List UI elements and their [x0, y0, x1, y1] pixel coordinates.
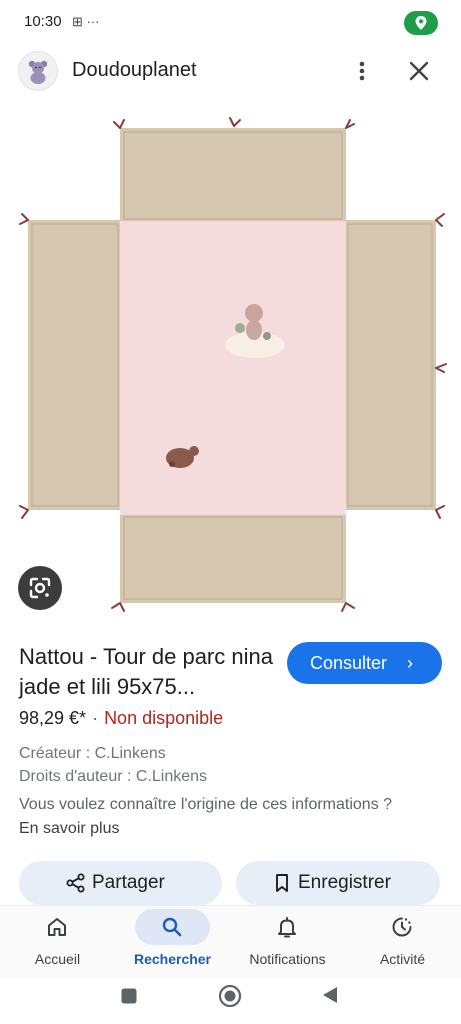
nav-search-label: Rechercher: [133, 951, 212, 967]
nav-activity-label: Activité: [379, 951, 426, 967]
home-icon: [48, 918, 66, 936]
copyright-credit: Droits d'auteur : C.Linkens: [19, 768, 208, 785]
chevron-right-icon: ›: [407, 653, 413, 673]
product-image[interactable]: [0, 108, 461, 623]
home-button[interactable]: [218, 984, 242, 1008]
availability-status: Non disponible: [104, 708, 224, 728]
bottom-navigation: Accueil Rechercher Notifications Activit…: [0, 905, 461, 980]
share-button[interactable]: Partager: [19, 861, 222, 905]
product-title[interactable]: Nattou - Tour de parc nina jade et lili …: [19, 642, 281, 702]
creator-credit: Créateur : C.Linkens: [19, 745, 166, 762]
share-label: Partager: [92, 872, 165, 893]
activity-icon: [392, 917, 412, 937]
nav-activity[interactable]: Activité: [345, 906, 460, 980]
back-button[interactable]: [320, 985, 340, 1005]
status-time: 10:30: [24, 13, 62, 30]
playpen-mat-illustration: [19, 117, 447, 612]
site-avatar[interactable]: [18, 51, 58, 91]
lens-icon: [29, 577, 51, 599]
location-pin-icon: [415, 16, 427, 30]
location-indicator: [404, 11, 438, 35]
price: 98,29 €*: [19, 708, 87, 728]
status-icons: ⊞ ···: [72, 14, 100, 29]
nav-home[interactable]: Accueil: [0, 906, 115, 980]
price-row: 98,29 €* · Non disponible: [19, 708, 223, 729]
share-icon: [66, 873, 85, 893]
result-header: Doudouplanet: [0, 46, 461, 96]
search-icon: [162, 917, 182, 937]
nav-notifications[interactable]: Notifications: [230, 906, 345, 980]
save-label: Enregistrer: [298, 872, 391, 893]
recents-button[interactable]: [120, 987, 138, 1005]
system-navigation-bar: [0, 979, 461, 1024]
nav-search[interactable]: Rechercher: [115, 906, 230, 980]
nav-notifications-label: Notifications: [249, 951, 326, 967]
origin-question: Vous voulez connaître l'origine de ces i…: [19, 796, 393, 813]
close-button[interactable]: [404, 56, 434, 86]
status-bar: 10:30 ⊞ ···: [0, 0, 461, 44]
save-button[interactable]: Enregistrer: [236, 861, 440, 905]
consult-label: Consulter: [310, 653, 388, 673]
lens-search-button[interactable]: [18, 566, 62, 610]
more-vert-icon: [359, 61, 365, 81]
bookmark-icon: [276, 874, 288, 892]
consult-button[interactable]: Consulter ›: [287, 642, 442, 684]
learn-more-link[interactable]: En savoir plus: [19, 820, 120, 838]
more-options-button[interactable]: [350, 56, 374, 86]
separator-dot: ·: [92, 708, 99, 728]
nav-home-label: Accueil: [34, 951, 81, 967]
teddy-bear-icon: [28, 60, 48, 84]
close-icon: [409, 61, 429, 81]
site-name[interactable]: Doudouplanet: [72, 59, 197, 82]
bell-icon: [278, 917, 296, 938]
